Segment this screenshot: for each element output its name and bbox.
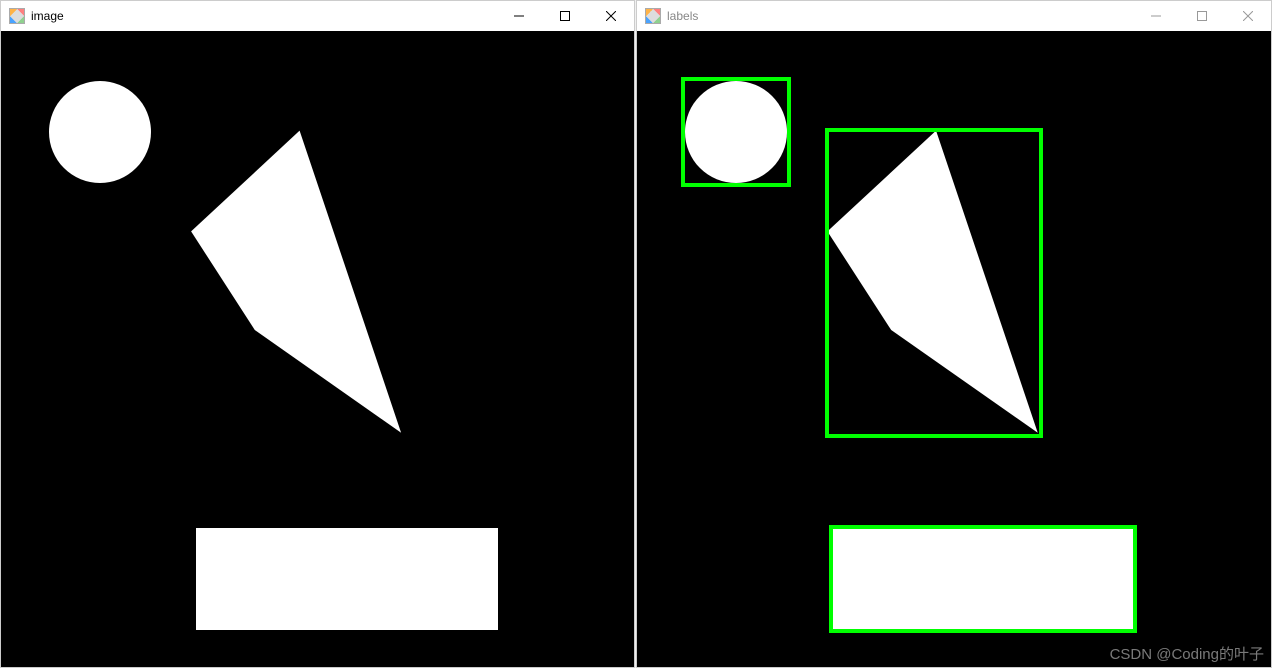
window-title: image	[31, 9, 64, 23]
minimize-icon	[514, 11, 524, 21]
canvas-labels	[637, 31, 1271, 667]
close-button[interactable]	[588, 1, 634, 31]
titlebar-labels[interactable]: labels	[637, 1, 1271, 31]
close-icon	[1243, 11, 1253, 21]
minimize-icon	[1151, 11, 1161, 21]
window-controls	[1133, 1, 1271, 31]
shape-rectangle	[196, 528, 498, 630]
minimize-button[interactable]	[496, 1, 542, 31]
window-image: image	[0, 0, 635, 668]
maximize-icon	[1197, 11, 1207, 21]
app-icon	[9, 8, 25, 24]
bbox-triangle	[825, 128, 1043, 438]
maximize-button[interactable]	[1179, 1, 1225, 31]
canvas-image	[1, 31, 634, 667]
bbox-circle	[681, 77, 791, 187]
bbox-rectangle	[829, 525, 1137, 633]
maximize-icon	[560, 11, 570, 21]
window-controls	[496, 1, 634, 31]
window-labels: labels	[636, 0, 1272, 668]
maximize-button[interactable]	[542, 1, 588, 31]
close-icon	[606, 11, 616, 21]
minimize-button[interactable]	[1133, 1, 1179, 31]
app-icon	[645, 8, 661, 24]
titlebar-image[interactable]: image	[1, 1, 634, 31]
window-title: labels	[667, 9, 698, 23]
close-button[interactable]	[1225, 1, 1271, 31]
